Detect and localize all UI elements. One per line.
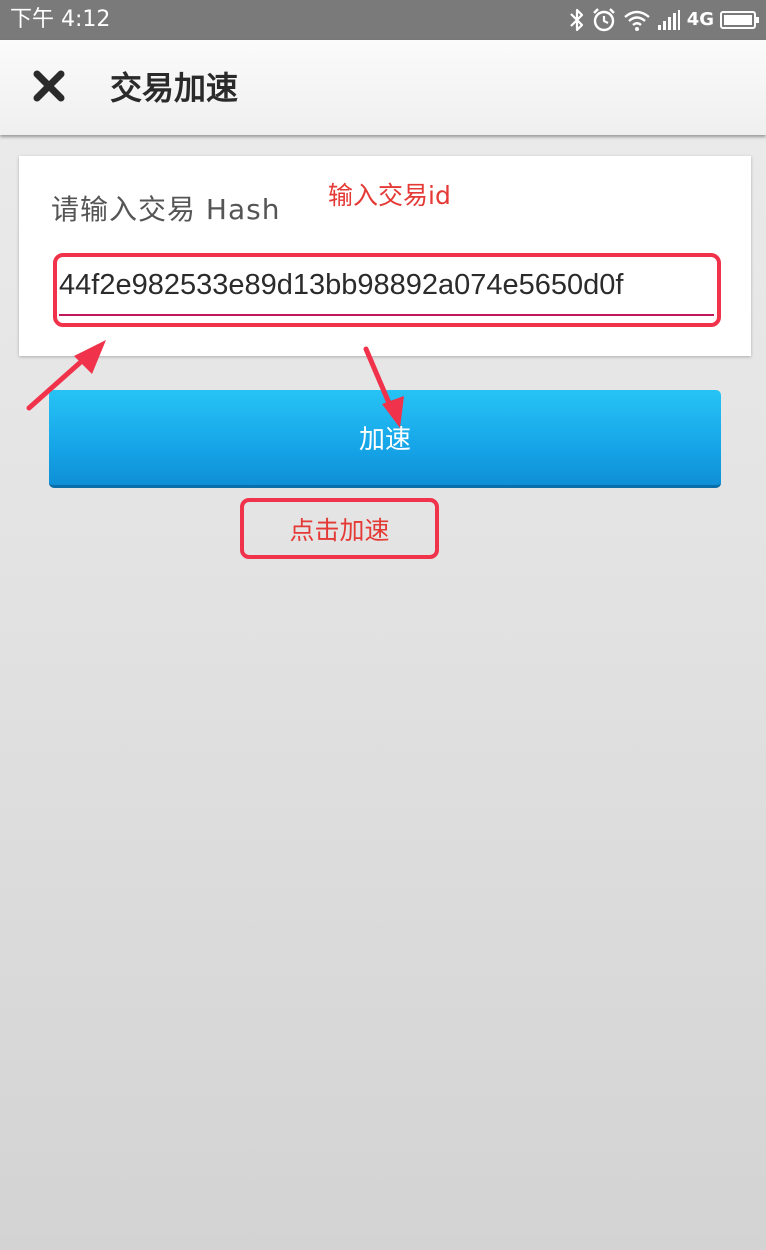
arrow-to-button [363,346,404,428]
arrow-to-input [26,340,106,411]
annotation-arrows [26,340,404,428]
